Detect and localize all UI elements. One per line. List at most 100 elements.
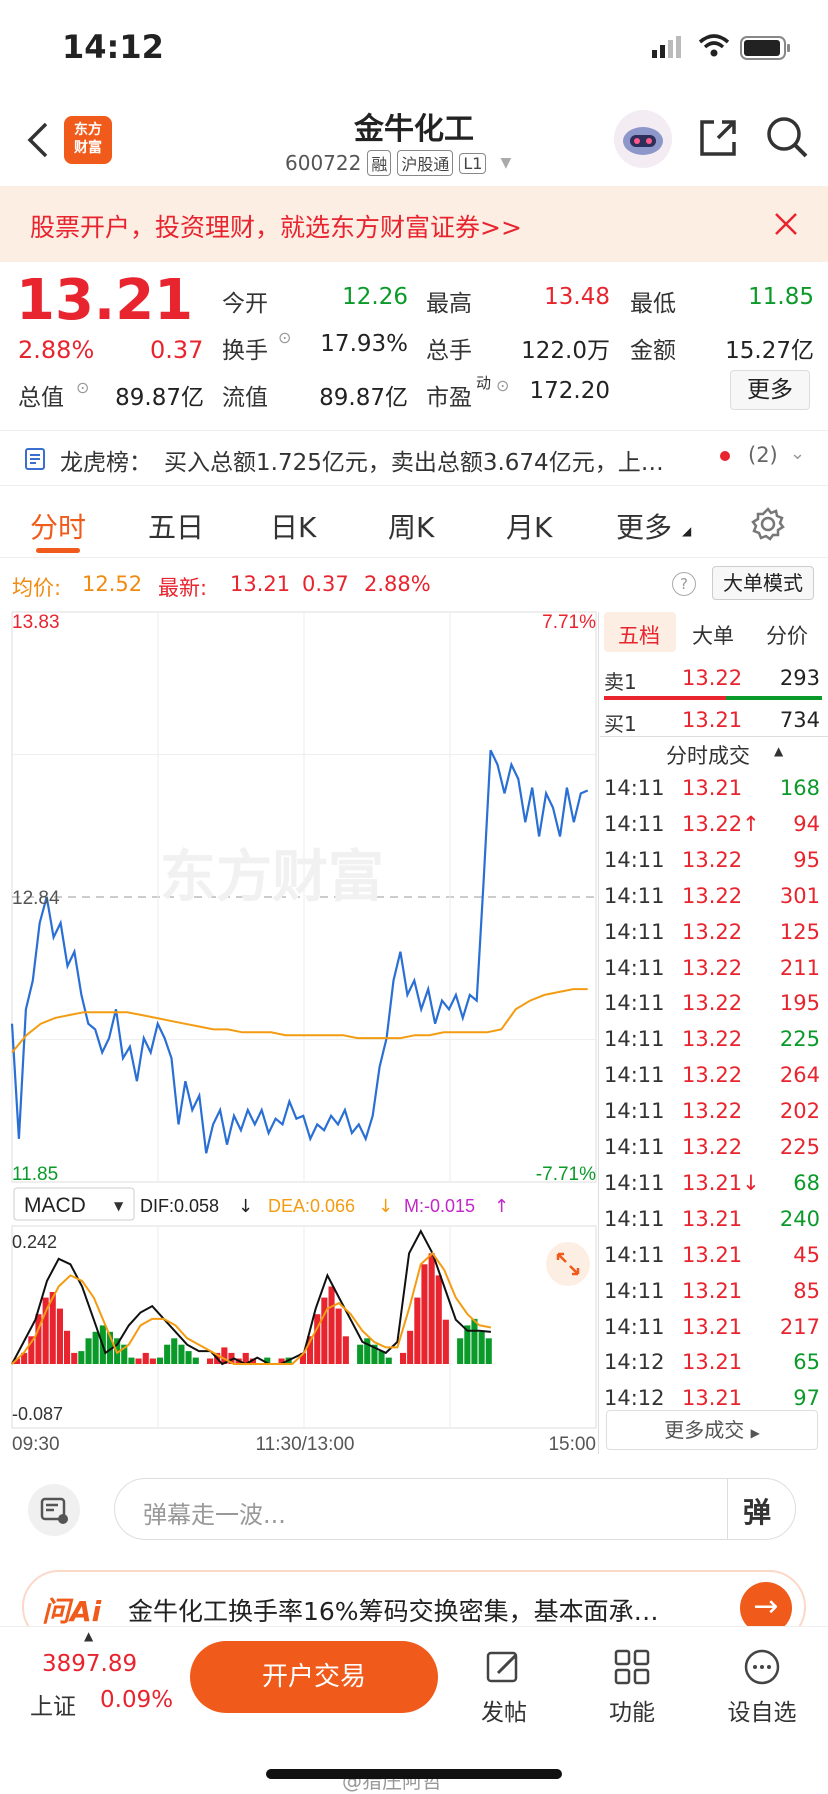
latest-label: 最新: [158, 576, 208, 600]
trade-price: 13.21 [682, 1242, 743, 1267]
expand-up-icon[interactable]: ▲ [84, 1629, 93, 1643]
label-pe: 市盈 [426, 385, 472, 411]
macd-grid [11, 1225, 597, 1429]
danmu-settings-icon[interactable] [28, 1484, 80, 1536]
trade-time: 14:11 [604, 1278, 665, 1303]
trade-row: 14:11 13.21 85 [600, 1279, 820, 1315]
share-icon[interactable] [696, 116, 740, 160]
macd-hist-bar [178, 1344, 185, 1364]
trade-price: 13.22 [682, 919, 743, 944]
quote-panel: 13.21 2.88% 0.37 总值 ⊙ 89.87亿 今开 12.26 最高… [0, 266, 828, 422]
trade-volume: 301 [779, 883, 820, 908]
stock-subtitle[interactable]: 600722 融 沪股通 L1 ▼ [285, 150, 511, 176]
trade-volume: 202 [779, 1099, 820, 1124]
latest-value: 13.21 [230, 572, 291, 596]
grid-icon [614, 1649, 650, 1685]
trades-title: 分时成交 [666, 744, 750, 768]
expand-icon[interactable] [546, 1242, 590, 1286]
trade-volume: 264 [779, 1063, 820, 1088]
macd-hist-bar [128, 1357, 135, 1364]
tab-more[interactable]: 更多 [616, 506, 672, 546]
promo-banner[interactable]: 股票开户，投资理财，就选东方财富证券>> [0, 186, 828, 262]
close-icon[interactable] [774, 212, 798, 236]
tab-five-levels[interactable]: 五档 [618, 620, 660, 650]
banner-text: 股票开户，投资理财，就选东方财富证券>> [30, 213, 522, 242]
label-high: 最高 [426, 291, 472, 317]
panel-divider [598, 612, 599, 1454]
value-high: 13.48 [544, 284, 610, 310]
robot-assistant-icon[interactable] [614, 110, 672, 168]
trade-price: 13.22 [682, 1063, 743, 1088]
macd-hist-bar [335, 1308, 342, 1364]
search-icon[interactable] [764, 114, 810, 160]
unread-dot [720, 451, 730, 461]
macd-hist-bar [71, 1352, 78, 1364]
battery-icon [740, 36, 790, 60]
comment-input[interactable]: 弹幕走一波... 弹 [114, 1478, 796, 1540]
trade-price: 13.22↑ [682, 811, 760, 836]
clock: 14:12 [62, 28, 164, 66]
trade-row: 14:12 13.21 65 [600, 1350, 820, 1386]
nav-watchlist-label: 设自选 [727, 1700, 797, 1726]
danmu-toggle-button[interactable]: 弹 [743, 1491, 771, 1531]
macd-hist-bar [442, 1319, 449, 1364]
macd-hist-bar [328, 1286, 335, 1364]
buy1-label: 买1 [604, 712, 637, 736]
trade-price: 13.22 [682, 1027, 743, 1052]
ai-logo: 问Ai [42, 1595, 102, 1628]
x-label-open: 09:30 [12, 1434, 60, 1455]
trade-time: 14:11 [604, 1027, 665, 1052]
trade-price: 13.21 [682, 1386, 743, 1411]
tab-big-orders[interactable]: 大单 [692, 620, 734, 650]
trade-time: 14:11 [604, 1314, 665, 1339]
chevron-down-icon[interactable]: ⌄ [790, 443, 805, 464]
trade-volume: 95 [793, 847, 820, 872]
macd-hist-bar [407, 1330, 414, 1364]
x-label-close: 15:00 [548, 1434, 596, 1455]
macd-hist-bar [357, 1344, 364, 1364]
intraday-chart[interactable]: 东方财富 13.83 12.84 11.85 7.71% -7.71% MACD… [0, 606, 600, 1456]
macd-label: MACD [24, 1194, 86, 1217]
macd-hist-bar [435, 1275, 442, 1364]
nav-functions[interactable]: 功能 [582, 1647, 682, 1727]
tag-margin: 融 [367, 150, 392, 176]
info-dots-icon[interactable]: ⊙ [278, 328, 291, 347]
macd-hist-bar [192, 1357, 199, 1364]
trade-time: 14:12 [604, 1350, 665, 1375]
trade-time: 14:11 [604, 1242, 665, 1267]
trade-volume: 195 [779, 991, 820, 1016]
tab-five-day[interactable]: 五日 [148, 506, 204, 546]
more-trades-button[interactable]: 更多成交 ▶ [606, 1410, 818, 1450]
macd-m: M:-0.015 [404, 1196, 475, 1216]
help-icon[interactable]: ? [672, 572, 696, 596]
sell1-vol: 293 [779, 666, 820, 690]
nav-watchlist[interactable]: 设自选 [712, 1647, 812, 1727]
macd-hist-bar [378, 1351, 385, 1364]
macd-hist-bar [164, 1344, 171, 1364]
trade-volume: 168 [779, 776, 820, 800]
tab-price-dist[interactable]: 分价 [766, 620, 808, 650]
trade-row: 14:11 13.22 225 [600, 1135, 820, 1171]
tab-intraday[interactable]: 分时 [30, 506, 86, 546]
nav-post[interactable]: 发帖 [454, 1647, 554, 1727]
macd-hist-bar [421, 1264, 428, 1364]
trade-row: 14:11 13.22 301 [600, 884, 820, 920]
more-button[interactable]: 更多 [730, 370, 810, 410]
tab-weekly-k[interactable]: 周K [388, 506, 434, 546]
info-dots-icon[interactable]: ⊙ [76, 378, 89, 397]
macd-hist-bar [414, 1297, 421, 1364]
big-order-mode-button[interactable]: 大单模式 [712, 566, 814, 600]
chevron-down-icon[interactable]: ▼ [500, 155, 511, 171]
index-value[interactable]: 3897.89 [42, 1651, 137, 1677]
home-indicator [266, 1769, 562, 1779]
trade-button[interactable]: 开户交易 [190, 1641, 438, 1713]
macd-hist-bar [135, 1358, 142, 1364]
gear-icon[interactable] [750, 506, 786, 542]
caret-icon: ◢ [682, 524, 692, 538]
sort-up-icon[interactable]: ▲ [774, 744, 783, 758]
trade-time: 14:11 [604, 991, 665, 1016]
tab-daily-k[interactable]: 日K [270, 506, 316, 546]
tab-monthly-k[interactable]: 月K [506, 506, 552, 546]
trade-row: 14:11 13.22 95 [600, 848, 820, 884]
dragon-tiger-list[interactable]: 龙虎榜： 买入总额1.725亿元，卖出总额3.674亿元，上… (2) ⌄ [0, 430, 828, 486]
